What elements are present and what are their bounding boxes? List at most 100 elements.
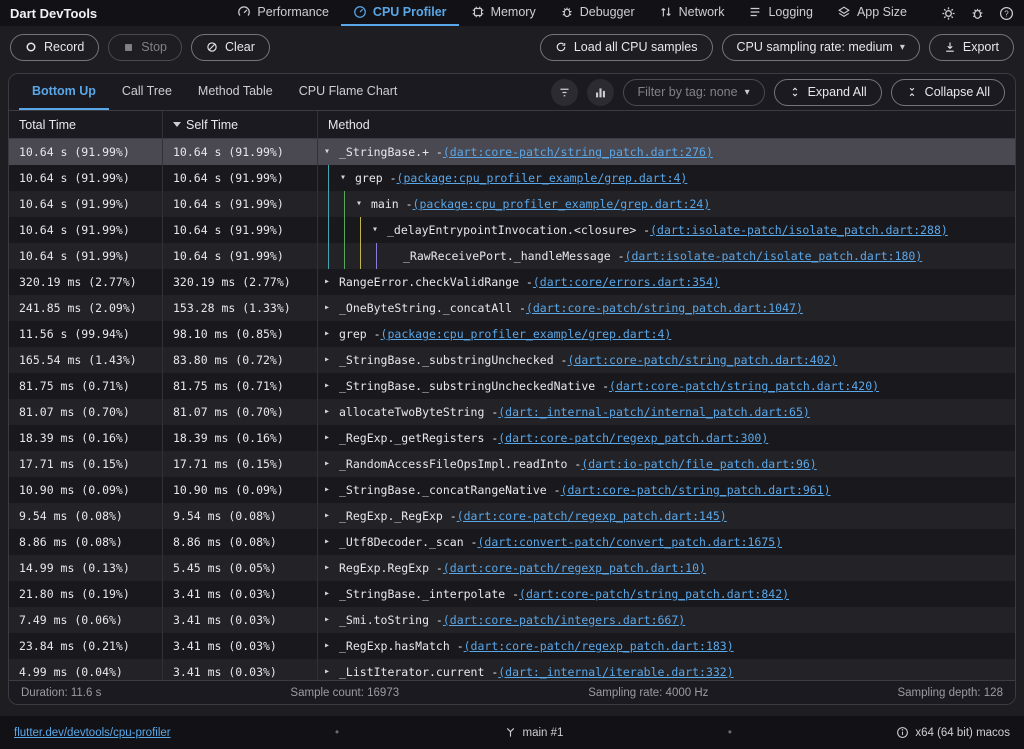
table-row[interactable]: 10.64 s (91.99%) 10.64 s (91.99%) ▾ main… — [9, 191, 1015, 217]
table-row[interactable]: 23.84 ms (0.21%) 3.41 ms (0.03%) ▸ _RegE… — [9, 633, 1015, 659]
bar-chart-icon[interactable] — [587, 79, 614, 106]
expander-icon[interactable]: ▸ — [324, 667, 339, 677]
expander-icon[interactable]: ▸ — [324, 537, 339, 547]
method-link[interactable]: (package:cpu_profiler_example/grep.dart:… — [397, 171, 688, 185]
expander-icon[interactable]: ▸ — [324, 641, 339, 651]
method-link[interactable]: (dart:core-patch/regexp_patch.dart:183) — [464, 639, 734, 653]
table-row[interactable]: 7.49 ms (0.06%) 3.41 ms (0.03%) ▸ _Smi.t… — [9, 607, 1015, 633]
clear-button[interactable]: Clear — [191, 34, 270, 61]
table-row[interactable]: 320.19 ms (2.77%) 320.19 ms (2.77%) ▸ Ra… — [9, 269, 1015, 295]
expander-icon[interactable]: ▸ — [324, 563, 339, 573]
table-row[interactable]: 165.54 ms (1.43%) 83.80 ms (0.72%) ▸ _St… — [9, 347, 1015, 373]
expander-icon[interactable]: ▸ — [324, 407, 339, 417]
record-button[interactable]: Record — [10, 34, 99, 61]
expander-icon[interactable]: ▸ — [324, 433, 339, 443]
column-header-self-time[interactable]: Self Time — [163, 111, 318, 138]
expander-icon[interactable]: ▸ — [324, 277, 339, 287]
table-row[interactable]: 8.86 ms (0.08%) 8.86 ms (0.08%) ▸ _Utf8D… — [9, 529, 1015, 555]
method-link[interactable]: (dart:core-patch/regexp_patch.dart:300) — [498, 431, 768, 445]
expander-icon[interactable]: ▾ — [324, 147, 339, 157]
chevron-down-icon: ▾ — [900, 42, 905, 53]
table-row[interactable]: 81.75 ms (0.71%) 81.75 ms (0.71%) ▸ _Str… — [9, 373, 1015, 399]
tab-memory[interactable]: Memory — [459, 0, 548, 26]
table-row[interactable]: 10.64 s (91.99%) 10.64 s (91.99%) _RawRe… — [9, 243, 1015, 269]
self-time-cell: 3.41 ms (0.03%) — [163, 633, 318, 659]
tab-cpu-profiler[interactable]: CPU Profiler — [341, 0, 459, 26]
expander-icon[interactable]: ▾ — [340, 173, 355, 183]
expander-icon[interactable]: ▸ — [324, 381, 339, 391]
method-link[interactable]: (dart:core-patch/string_patch.dart:420) — [609, 379, 879, 393]
table-row[interactable]: 81.07 ms (0.70%) 81.07 ms (0.70%) ▸ allo… — [9, 399, 1015, 425]
method-link[interactable]: (dart:core-patch/string_patch.dart:842) — [519, 587, 789, 601]
documentation-link[interactable]: flutter.dev/devtools/cpu-profiler — [14, 727, 171, 739]
method-link[interactable]: (dart:core/errors.dart:354) — [533, 275, 720, 289]
expander-icon[interactable]: ▸ — [324, 355, 339, 365]
method-link[interactable]: (dart:core-patch/integers.dart:667) — [443, 613, 685, 627]
method-name: _RandomAccessFileOpsImpl.readInto - — [339, 457, 581, 471]
method-link[interactable]: (dart:core-patch/regexp_patch.dart:145) — [457, 509, 727, 523]
export-button[interactable]: Export — [929, 34, 1014, 61]
tab-network[interactable]: Network — [647, 0, 737, 26]
tab-app-size[interactable]: App Size — [825, 0, 919, 26]
table-row[interactable]: 11.56 s (99.94%) 98.10 ms (0.85%) ▸ grep… — [9, 321, 1015, 347]
report-bug-icon[interactable] — [970, 6, 985, 21]
expander-icon[interactable]: ▾ — [356, 199, 371, 209]
tab-logging[interactable]: Logging — [736, 0, 825, 26]
help-icon[interactable]: ? — [999, 6, 1014, 21]
method-link[interactable]: (dart:core-patch/string_patch.dart:961) — [561, 483, 831, 497]
method-name: _StringBase._concatRangeNative - — [339, 483, 561, 497]
tab-method-table[interactable]: Method Table — [185, 74, 286, 110]
filter-icon[interactable] — [551, 79, 578, 106]
method-link[interactable]: (dart:convert-patch/convert_patch.dart:1… — [477, 535, 782, 549]
load-cpu-samples-button[interactable]: Load all CPU samples — [540, 34, 713, 61]
method-link[interactable]: (package:cpu_profiler_example/grep.dart:… — [413, 197, 711, 211]
expander-icon[interactable]: ▸ — [324, 485, 339, 495]
expander-icon[interactable]: ▸ — [324, 511, 339, 521]
tab-bottom-up[interactable]: Bottom Up — [19, 74, 109, 110]
method-link[interactable]: (dart:isolate-patch/isolate_patch.dart:2… — [650, 223, 948, 237]
table-row[interactable]: 241.85 ms (2.09%) 153.28 ms (1.33%) ▸ _O… — [9, 295, 1015, 321]
total-time-cell: 21.80 ms (0.19%) — [9, 581, 163, 607]
table-row[interactable]: 10.64 s (91.99%) 10.64 s (91.99%) ▾ _Str… — [9, 139, 1015, 165]
expander-icon[interactable]: ▾ — [372, 225, 387, 235]
expand-all-button[interactable]: Expand All — [774, 79, 882, 106]
table-row[interactable]: 4.99 ms (0.04%) 3.41 ms (0.03%) ▸ _ListI… — [9, 659, 1015, 680]
tab-label: Method Table — [198, 84, 273, 98]
method-link[interactable]: (dart:_internal/iterable.dart:332) — [498, 665, 733, 679]
table-row[interactable]: 17.71 ms (0.15%) 17.71 ms (0.15%) ▸ _Ran… — [9, 451, 1015, 477]
filter-by-tag-dropdown[interactable]: Filter by tag: none ▾ — [623, 79, 765, 106]
method-link[interactable]: (dart:isolate-patch/isolate_patch.dart:1… — [625, 249, 923, 263]
table-row[interactable]: 9.54 ms (0.08%) 9.54 ms (0.08%) ▸ _RegEx… — [9, 503, 1015, 529]
table-row[interactable]: 14.99 ms (0.13%) 5.45 ms (0.05%) ▸ RegEx… — [9, 555, 1015, 581]
expander-icon[interactable]: ▸ — [324, 615, 339, 625]
expander-icon[interactable]: ▸ — [324, 329, 339, 339]
method-link[interactable]: (dart:core-patch/string_patch.dart:402) — [567, 353, 837, 367]
cpu-sampling-rate-dropdown[interactable]: CPU sampling rate: medium ▾ — [722, 34, 920, 61]
top-bar: Dart DevTools Performance CPU Profiler M… — [0, 0, 1024, 26]
table-row[interactable]: 21.80 ms (0.19%) 3.41 ms (0.03%) ▸ _Stri… — [9, 581, 1015, 607]
tab-performance[interactable]: Performance — [225, 0, 341, 26]
column-header-method[interactable]: Method — [318, 111, 1015, 138]
tab-debugger[interactable]: Debugger — [548, 0, 647, 26]
method-link[interactable]: (dart:io-patch/file_patch.dart:96) — [581, 457, 816, 471]
method-link[interactable]: (dart:core-patch/string_patch.dart:1047) — [526, 301, 803, 315]
method-link[interactable]: (dart:_internal-patch/internal_patch.dar… — [498, 405, 810, 419]
method-link[interactable]: (package:cpu_profiler_example/grep.dart:… — [381, 327, 672, 341]
table-row[interactable]: 10.64 s (91.99%) 10.64 s (91.99%) ▾ grep… — [9, 165, 1015, 191]
expander-icon[interactable]: ▸ — [324, 303, 339, 313]
tab-call-tree[interactable]: Call Tree — [109, 74, 185, 110]
isolate-selector[interactable]: main #1 — [504, 726, 564, 739]
column-label: Method — [328, 118, 370, 132]
method-link[interactable]: (dart:core-patch/regexp_patch.dart:10) — [443, 561, 706, 575]
collapse-all-button[interactable]: Collapse All — [891, 79, 1005, 106]
method-link[interactable]: (dart:core-patch/string_patch.dart:276) — [443, 145, 713, 159]
table-row[interactable]: 10.90 ms (0.09%) 10.90 ms (0.09%) ▸ _Str… — [9, 477, 1015, 503]
stop-button[interactable]: Stop — [108, 34, 182, 61]
table-row[interactable]: 18.39 ms (0.16%) 18.39 ms (0.16%) ▸ _Reg… — [9, 425, 1015, 451]
tab-cpu-flame-chart[interactable]: CPU Flame Chart — [286, 74, 411, 110]
expander-icon[interactable]: ▸ — [324, 589, 339, 599]
settings-gear-icon[interactable] — [941, 6, 956, 21]
table-row[interactable]: 10.64 s (91.99%) 10.64 s (91.99%) ▾ _del… — [9, 217, 1015, 243]
column-header-total-time[interactable]: Total Time — [9, 111, 163, 138]
expander-icon[interactable]: ▸ — [324, 459, 339, 469]
